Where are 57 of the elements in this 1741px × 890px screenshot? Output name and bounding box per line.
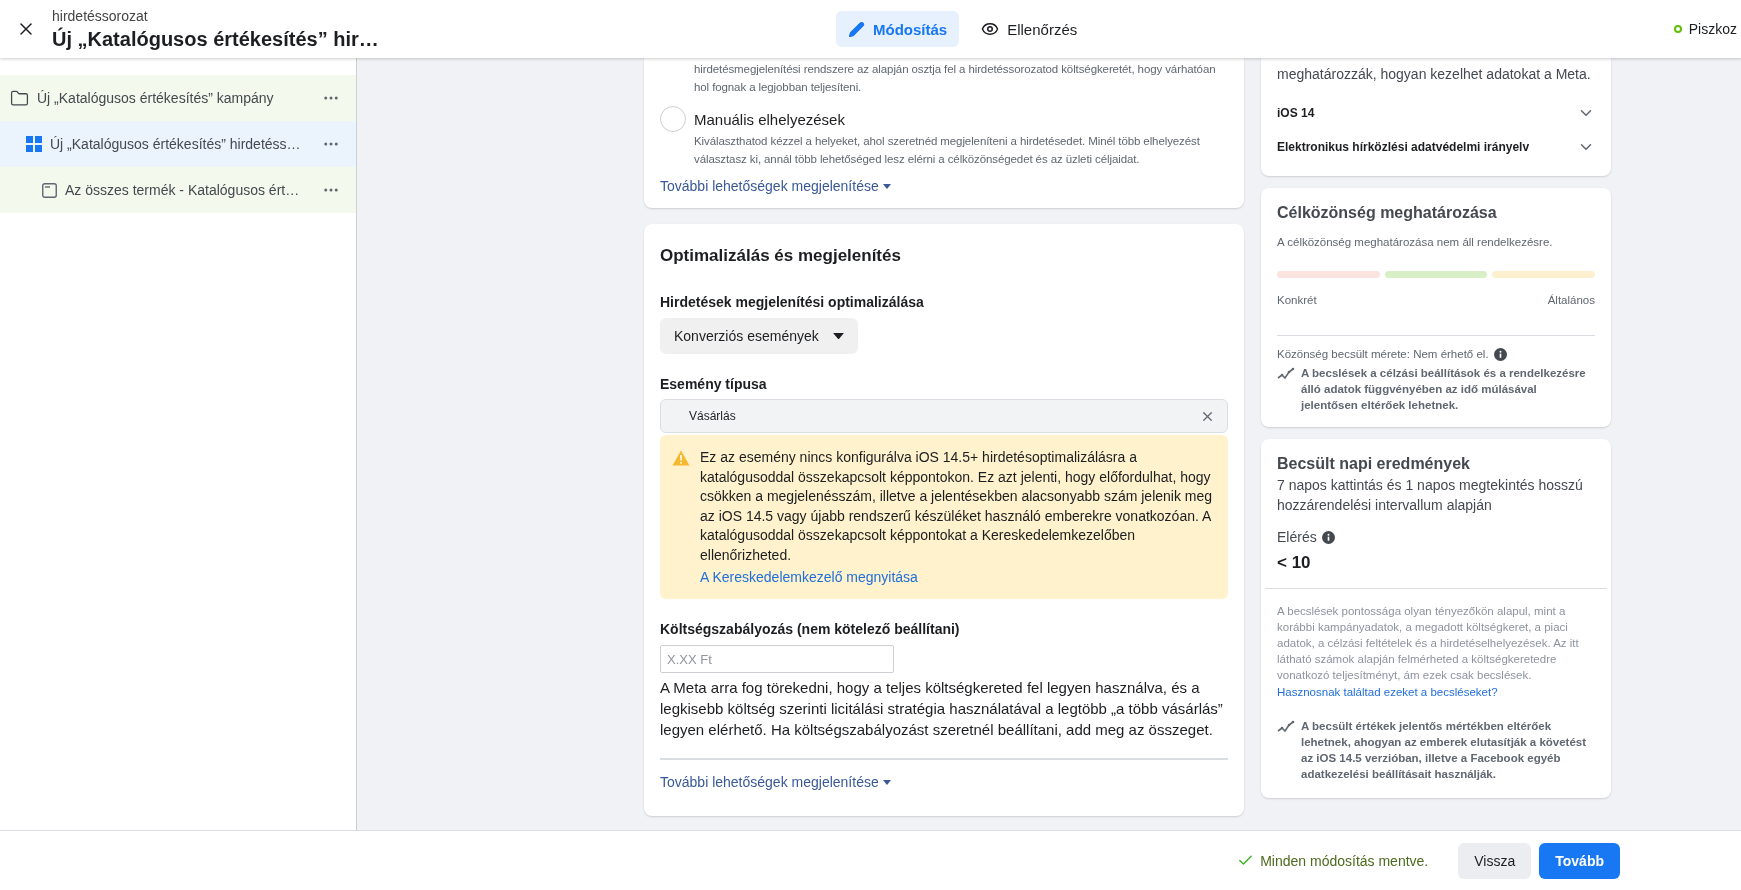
audience-size-text: Közönség becsült mérete: Nem érhető el. <box>1277 347 1489 362</box>
event-value: Vásárlás <box>689 409 736 423</box>
page-title: Új „Katalógusos értékesítés” hir… <box>52 27 379 51</box>
optimization-dropdown[interactable]: Konverziós események <box>660 318 858 354</box>
more-options-link[interactable]: További lehetőségek megjelenítése <box>660 178 891 194</box>
breadcrumb-label: hirdetéssorozat <box>52 7 149 24</box>
tab[interactable]: Módosítás <box>836 11 960 47</box>
status-text: Piszkoz <box>1688 21 1737 37</box>
accordion-item[interactable]: Elektronikus hírközlési adatvédelmi irányelv <box>1277 130 1595 164</box>
privacy-text: meghatározzák, hogyan kezelhet adatokat a Meta. <box>1277 65 1592 84</box>
scale-min-label: Konkrét <box>1277 293 1317 308</box>
field-label: Költségszabályozás (nem kötelező beállítani) <box>660 621 961 637</box>
option-description: Kiválaszthatod kézzel a helyeket, ahol szeretnéd megjeleníteni a hirdetésedet. Minél több elhelyezést választasz ki, annál több lehetőséged lesz elérni a célközönségedet és az üzleti céljaidat. <box>694 134 1201 167</box>
caret-icon <box>832 332 844 340</box>
scale-max-label: Általános <box>1547 293 1595 308</box>
folder-icon <box>10 88 29 108</box>
pencil-icon <box>848 20 865 38</box>
results-subtitle: 7 napos kattintás és 1 napos megtekintés hosszú hozzárendelési intervallum alapján <box>1277 476 1584 515</box>
card-title: Becsült napi eredmények <box>1277 455 1471 473</box>
field-label: Esemény típusa <box>660 376 768 392</box>
tab[interactable]: Ellenőrzés <box>969 11 1090 47</box>
ad-icon <box>42 182 57 198</box>
card-title: Célközönség meghatározása <box>1277 204 1498 222</box>
back-button[interactable]: Vissza <box>1458 842 1532 879</box>
more-options-link[interactable]: További lehetőségek megjelenítése <box>660 774 891 790</box>
info-icon[interactable] <box>1321 530 1335 544</box>
metric-value: < 10 <box>1277 553 1312 573</box>
field-label: Hirdetések megjelenítési optimalizálása <box>660 294 925 310</box>
trend-icon <box>1277 720 1295 734</box>
warning-icon <box>672 450 690 466</box>
status-icon <box>1673 25 1682 33</box>
metric-label: Elérés <box>1277 529 1317 545</box>
grid-icon <box>26 136 42 152</box>
trend-icon <box>1277 367 1295 381</box>
estimate-note: A becslések a célzási beállítások és a rendelkezésre álló adatok függvényében az idő múlásával jelentősen eltérőek lehetnek. <box>1301 366 1587 413</box>
option-description: hirdetésmegjelenítési rendszere az alapján osztja fel a hirdetéssorozatod költségkeretét, hogy várhatóan hol fognak a legjobban teljesíteni. <box>694 62 1217 95</box>
event-field[interactable]: Vásárlás <box>660 399 1228 433</box>
info-icon[interactable] <box>1493 348 1507 361</box>
caret-icon <box>882 183 891 189</box>
audience-text: A célközönség meghatározása nem áll rendelkezésre. <box>1277 235 1554 250</box>
sidebar-item[interactable]: Új „Katalógusos értékesítés” hirdetéss… <box>0 121 356 167</box>
sidebar-item[interactable]: Új „Katalógusos értékesítés” kampány <box>0 75 356 121</box>
caret-icon <box>882 779 891 785</box>
warning-text: Ez az esemény nincs konfigurálva iOS 14.5+ hirdetésoptimalizálásra a katalógusoddal összekapcsolt képpontokon. Ez azt jelenti, hogy előfordulhat, hogy csökken a megjelenésszám, illetve a jelentésekben alacsonyabb szám jelenik meg az iOS 14.5 vagy újabb rendszerű készüléket használó emberekre vonatkozóan. A katalógusoddal összekapcsolt képpontokat a Kereskedelemkezelőben ellenőrizheted. <box>700 448 1214 565</box>
card-title: Optimalizálás és megjelenítés <box>660 246 902 266</box>
feedback-link[interactable]: Hasznosnak találtad ezeket a becsléseket? <box>1277 686 1498 698</box>
commerce-manager-link[interactable]: A Kereskedelemkezelő megnyitása <box>700 569 918 585</box>
option-label: Manuális elhelyezések <box>694 110 845 128</box>
next-button[interactable]: Tovább <box>1539 842 1620 879</box>
sidebar-item[interactable]: Az összes termék - Katalógusos ért… <box>0 167 356 213</box>
accordion-item[interactable]: iOS 14 <box>1277 96 1595 130</box>
estimate-note: A becsült értékek jelentős mértékben eltérőek lehetnek, ahogyan az emberek elutasítják a követést az iOS 14.5 verzióban, illetve a Facebook egyéb adatkezelési beállításait használják. <box>1301 719 1588 782</box>
cost-input-field[interactable]: X.XX Ft <box>660 645 894 673</box>
saved-status: Minden módosítás mentve. <box>1260 852 1429 869</box>
disclaimer-text: A becslések pontossága olyan tényezőkön alapul, mint a korábbi kampányadatok, a megadott költségkeret, a piaci adatok, a célzási feltételek és a hirdetéselhelyezések. Az itt látható számok alapján felmérheted a költségkeretedre vonatkozó teljesítményt, ám ezek csak becslések. <box>1277 604 1580 683</box>
cost-help-text: A Meta arra fog törekedni, hogy a teljes költségkereted fel legyen használva, és a legkisebb költség szerinti licitálási stratégia használatával a legtöbb „a több vásárlás” legyen elérhető. Ha költségszabályozást szeretnél beállítani, add meg az összeget. <box>660 678 1224 740</box>
eye-icon <box>981 20 1000 38</box>
